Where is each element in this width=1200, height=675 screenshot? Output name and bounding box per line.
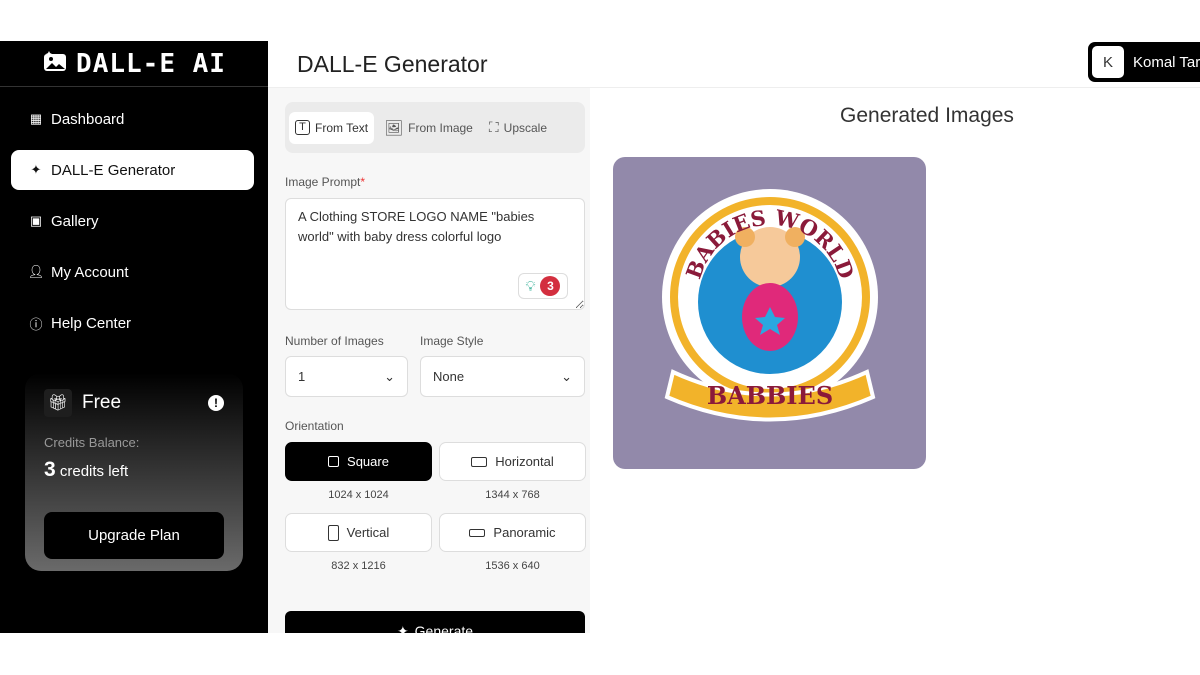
tab-label: From Text [315,120,369,135]
results-title: Generated Images [840,104,1014,127]
orientation-panoramic-button[interactable]: Panoramic [439,513,586,552]
image-icon: 🖼︎ [384,119,404,137]
sidebar-item-my-account[interactable]: 👤︎ My Account [11,252,254,292]
credits-left: 3 credits left [44,458,224,482]
gift-icon: 🎁︎ [44,389,72,417]
tab-from-text[interactable]: T From Text [289,111,375,144]
user-icon: 👤︎ [27,264,45,279]
image-icon: ▣ [29,213,43,228]
grid-icon: ▦ [29,111,43,126]
horizontal-rect-icon [471,456,488,467]
sidebar-item-label: Dashboard [51,110,125,128]
app: DALL-E AI ▦ Dashboard ✦ DALL-E Generator ▣… [0,41,1200,633]
orientation-horizontal-button[interactable]: Horizontal [439,442,586,481]
orientation-label-text: Horizontal [495,454,554,469]
sidebar-item-label: My Account [51,263,129,281]
sidebar: DALL-E AI ▦ Dashboard ✦ DALL-E Generator ▣… [0,41,268,633]
image-style-select[interactable]: None ⌄ [420,356,585,397]
tab-from-image[interactable]: 🖼︎ From Image [378,112,479,144]
mode-tabs: T From Text 🖼︎ From Image ⛶ Upscale [285,102,585,153]
sidebar-item-help-center[interactable]: ⓘ Help Center [11,303,254,343]
grammar-widget[interactable]: 💡︎ 3 [518,273,568,299]
text-icon: T [295,120,310,135]
sparkle-icon: ✦ [396,623,409,633]
sidebar-item-dalle-generator[interactable]: ✦ DALL-E Generator [11,150,254,190]
plan-name: Free [82,392,122,413]
orientation-size: 832 x 1216 [331,560,386,572]
square-icon [328,456,340,467]
num-images-select[interactable]: 1 ⌄ [285,356,408,397]
orientation-size: 1344 x 768 [485,489,540,501]
info-icon: ⓘ [29,316,43,332]
sidebar-item-label: Help Center [51,314,132,332]
sidebar-item-label: Gallery [51,212,99,230]
sidebar-item-dashboard[interactable]: ▦ Dashboard [11,99,254,139]
avatar: K [1092,46,1124,78]
user-menu[interactable]: K Komal Tar [1088,42,1200,82]
vertical-rect-icon [327,524,339,541]
grammar-count-badge: 3 [540,276,561,296]
orientation-label-text: Vertical [346,525,390,540]
header: DALL-E Generator K Komal Tar [268,41,1200,88]
tab-label: Upscale [503,120,548,135]
credits-suffix: credits left [59,463,129,480]
chevron-down-icon: ⌄ [384,368,395,384]
results-panel: Generated Images BABBIES BABIES WORLD [590,88,1200,633]
required-mark: * [360,175,366,189]
image-sparkle-icon [42,47,68,80]
upscale-icon: ⛶ [488,119,499,135]
image-style-value: None [433,369,465,384]
sidebar-item-label: DALL-E Generator [51,161,176,179]
chevron-down-icon: ⌄ [561,368,572,384]
brand-logo[interactable]: DALL-E AI [0,41,268,87]
generate-label: Generate [414,623,474,633]
generator-form: T From Text 🖼︎ From Image ⛶ Upscale Image P… [268,88,590,633]
image-style-label: Image Style [420,334,484,348]
num-images-value: 1 [298,369,306,384]
orientation-vertical-button[interactable]: Vertical [285,513,432,552]
sparkle-icon: ✦ [30,162,42,177]
orientation-label: Orientation [285,419,344,433]
alert-icon[interactable]: ! [208,395,224,411]
brand-name: DALL-E AI [76,48,226,79]
orientation-label-text: Panoramic [493,525,556,540]
prompt-label-text: Image Prompt [285,175,361,189]
plan-card: 🎁︎ Free! Credits Balance: 3 credits left … [25,373,243,571]
babies-world-logo-image: BABBIES BABIES WORLD [662,189,878,422]
num-images-label: Number of Images [285,334,384,348]
upgrade-plan-button[interactable]: Upgrade Plan [44,512,224,559]
generate-button[interactable]: ✦ Generate [285,611,585,633]
sidebar-nav: ▦ Dashboard ✦ DALL-E Generator ▣ Gallery 👤︎… [0,87,268,343]
orientation-square-button[interactable]: Square [285,442,432,481]
credits-label: Credits Balance: [44,435,140,450]
sidebar-item-gallery[interactable]: ▣ Gallery [11,201,254,241]
orientation-size: 1536 x 640 [485,560,540,572]
generated-image[interactable]: BABBIES BABIES WORLD [613,157,926,469]
orientation-size: 1024 x 1024 [328,489,389,501]
prompt-label: Image Prompt* [285,175,585,189]
orientation-label-text: Square [347,454,389,469]
credits-count: 3 [44,458,56,481]
logo-text-bottom: BABBIES [707,381,833,410]
tab-upscale[interactable]: ⛶ Upscale [483,112,553,144]
user-name: Komal Tar [1133,53,1200,71]
page-title: DALL-E Generator [297,50,488,77]
lightbulb-icon: 💡︎ [525,277,536,294]
tab-label: From Image [408,120,473,135]
panoramic-rect-icon [469,528,486,537]
